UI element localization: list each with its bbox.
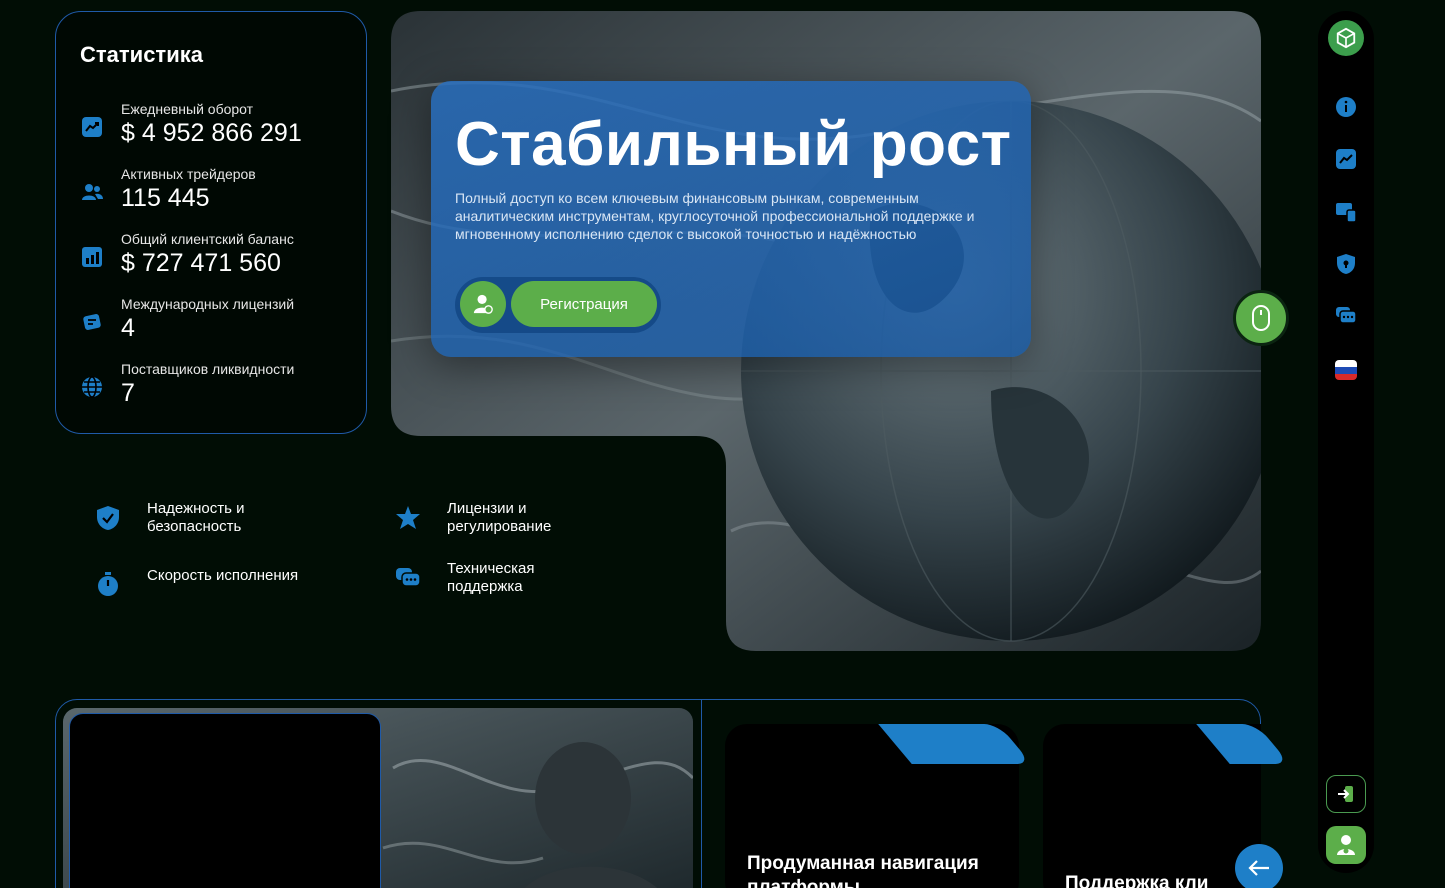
stat-label: Ежедневный оборот	[121, 101, 254, 117]
globe-icon	[82, 376, 102, 398]
right-sidebar	[1318, 11, 1374, 873]
feature-speed: Скорость исполнения	[95, 566, 355, 606]
stat-daily-turnover: Ежедневный оборот $ 4 952 866 291	[80, 101, 360, 161]
feature-support: Техническая поддержка	[395, 560, 655, 600]
hero-info-panel: Стабильный рост Полный доступ ко всем кл…	[431, 81, 1031, 357]
users-icon	[82, 184, 103, 200]
back-arrow-button[interactable]	[1235, 844, 1283, 888]
flag-russia-icon	[1335, 360, 1357, 380]
statistics-title: Статистика	[80, 42, 203, 67]
sidebar-security-button[interactable]	[1334, 252, 1358, 276]
stat-liquidity-providers: Поставщиков ликвидности 7	[80, 361, 360, 421]
registration-group: Регистрация	[455, 277, 661, 333]
feature-card-navigation[interactable]: Продуманная навигация платформы	[725, 724, 1032, 888]
stat-value: $ 727 471 560	[121, 249, 281, 277]
chat-bubbles-icon	[1336, 307, 1357, 324]
devices-icon	[1336, 203, 1357, 223]
stat-licenses: Международных лицензий 4	[80, 296, 360, 356]
stat-client-balance: Общий клиентский баланс $ 727 471 560	[80, 231, 360, 291]
trend-up-icon	[1336, 149, 1356, 169]
card-title: Продуманная навигация платформы	[747, 853, 979, 888]
chat-bubbles-icon	[396, 568, 421, 587]
login-button[interactable]	[1326, 775, 1366, 813]
stat-label: Активных трейдеров	[121, 166, 256, 182]
feature-text: Надежность и безопасность	[147, 500, 245, 535]
login-icon	[1338, 786, 1353, 802]
certificate-icon	[83, 314, 101, 330]
feature-reliability: Надежность и безопасность	[95, 500, 355, 540]
mouse-icon	[1252, 305, 1270, 331]
user-icon	[1337, 835, 1355, 855]
scroll-mouse-button[interactable]	[1233, 290, 1289, 346]
stat-label: Международных лицензий	[121, 296, 295, 312]
feature-text: Скорость исполнения	[147, 567, 299, 584]
language-selector[interactable]	[1334, 358, 1358, 382]
profile-button[interactable]	[1326, 826, 1366, 864]
feature-licenses: Лицензии и регулирование	[395, 500, 655, 540]
card-tab-decor	[1196, 724, 1290, 764]
section-divider	[701, 700, 702, 888]
register-button[interactable]: Регистрация	[511, 281, 657, 327]
brand-logo[interactable]	[1328, 20, 1364, 56]
feature-text: Лицензии и регулирование	[447, 500, 552, 535]
card-title: Поддержка кли	[1065, 873, 1209, 888]
statistics-card: Статистика Ежедневный оборот $ 4 952 866…	[55, 11, 367, 434]
stat-value: $ 4 952 866 291	[121, 119, 302, 147]
star-badge-icon	[396, 506, 420, 529]
stat-value: 115 445	[121, 184, 210, 212]
sidebar-trading-button[interactable]	[1334, 147, 1358, 171]
feature-text: Техническая поддержка	[447, 560, 535, 595]
trend-up-icon	[82, 117, 102, 137]
hero-description: Полный доступ ко всем ключевым финансовы…	[455, 190, 975, 242]
arrow-left-icon	[1248, 860, 1269, 876]
stat-label: Поставщиков ликвидности	[121, 361, 295, 377]
info-icon	[1336, 97, 1356, 117]
card-tab-decor	[878, 724, 1032, 764]
feature-card-support[interactable]: Поддержка кли	[1043, 724, 1290, 888]
sidebar-support-button[interactable]	[1334, 304, 1358, 328]
sidebar-platform-button[interactable]	[1334, 200, 1358, 224]
stat-value: 7	[121, 379, 135, 407]
stat-value: 4	[121, 314, 135, 342]
stat-active-traders: Активных трейдеров 115 445	[80, 166, 360, 226]
stat-label: Общий клиентский баланс	[121, 231, 294, 247]
shield-check-icon	[97, 506, 119, 530]
bar-chart-icon	[82, 247, 102, 267]
shield-lock-icon	[1337, 254, 1355, 274]
sidebar-info-button[interactable]	[1334, 95, 1358, 119]
stopwatch-icon	[98, 572, 118, 596]
video-player-area[interactable]	[69, 713, 381, 888]
add-user-icon[interactable]	[460, 281, 506, 327]
logo-cube-icon	[1336, 27, 1356, 49]
hero-title: Стабильный рост	[455, 110, 1012, 179]
